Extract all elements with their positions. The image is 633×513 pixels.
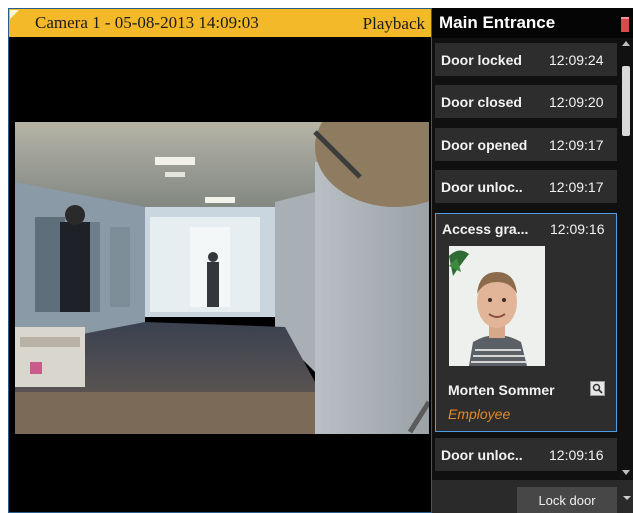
panel-header: Main Entrance: [432, 8, 633, 38]
video-frame-image: [15, 122, 429, 434]
event-item[interactable]: Door closed 12:09:20: [435, 85, 617, 118]
event-panel: Main Entrance Door locked 12:09:24 Door …: [432, 8, 633, 513]
camera-title: Camera 1 - 05-08-2013 14:09:03: [35, 13, 259, 32]
event-type: Access gra...: [442, 221, 529, 237]
event-list-scrollbar[interactable]: [619, 38, 633, 478]
scroll-down-icon[interactable]: [622, 470, 630, 475]
person-name: Morten Sommer: [448, 382, 555, 398]
event-time: 12:09:17: [549, 178, 604, 195]
event-item[interactable]: Door unloc.. 12:09:16: [435, 438, 617, 471]
person-photo: [449, 246, 545, 366]
corner-flag-icon: [10, 10, 19, 19]
event-item[interactable]: Door locked 12:09:24: [435, 43, 617, 76]
search-icon[interactable]: [590, 381, 605, 396]
playback-mode-label[interactable]: Playback: [363, 14, 425, 34]
event-item[interactable]: Door unloc.. 12:09:17: [435, 170, 617, 203]
scrollbar-thumb[interactable]: [622, 66, 630, 136]
video-feed[interactable]: [15, 122, 429, 434]
event-time: 12:09:20: [549, 93, 604, 110]
event-type: Door unloc..: [441, 446, 523, 463]
dropdown-arrow-icon[interactable]: [623, 496, 631, 500]
camera-view[interactable]: Camera 1 - 05-08-2013 14:09:03 Playback: [8, 8, 432, 513]
event-type: Door closed: [441, 93, 522, 110]
event-time: 12:09:16: [549, 446, 604, 463]
action-bar: Lock door: [432, 480, 633, 513]
event-header-row: Access gra... 12:09:16: [436, 214, 616, 244]
camera-header: Camera 1 - 05-08-2013 14:09:03 Playback: [9, 9, 431, 37]
event-type: Door locked: [441, 51, 522, 68]
event-time: 12:09:17: [549, 136, 604, 153]
app-frame: Camera 1 - 05-08-2013 14:09:03 Playback: [8, 8, 633, 513]
panel-title: Main Entrance: [439, 13, 556, 32]
event-type: Door opened: [441, 136, 528, 153]
event-item-expanded[interactable]: Access gra... 12:09:16 Morten Sommer Emp…: [435, 213, 617, 432]
lock-door-button[interactable]: Lock door: [517, 487, 617, 513]
event-item[interactable]: Door opened 12:09:17: [435, 128, 617, 161]
person-role: Employee: [448, 406, 511, 422]
event-list[interactable]: Door locked 12:09:24 Door closed 12:09:2…: [435, 43, 617, 475]
event-time: 12:09:24: [549, 51, 604, 68]
status-indicator-icon: [621, 17, 629, 32]
event-type: Door unloc..: [441, 178, 523, 195]
event-time: 12:09:16: [550, 221, 605, 237]
scroll-up-icon[interactable]: [622, 41, 630, 46]
